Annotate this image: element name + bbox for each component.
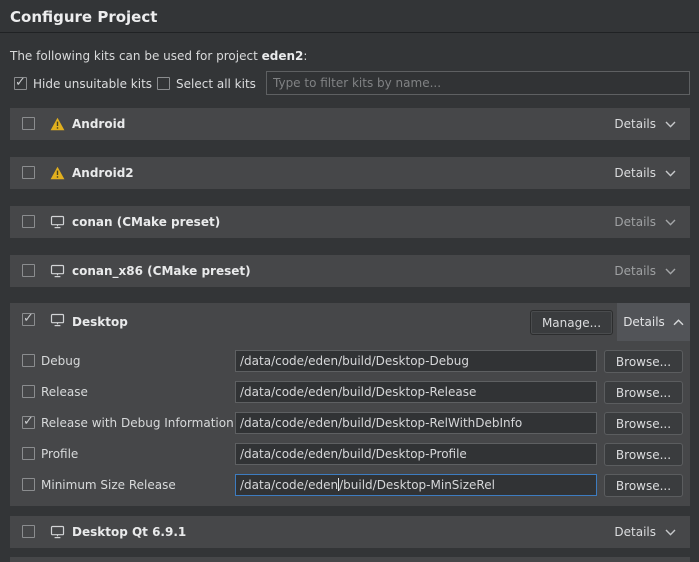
monitor-icon: [50, 313, 66, 327]
build-dir-value: /data/code/eden/build/Desktop-Profile: [240, 447, 467, 461]
hide-unsuitable-kits-checkbox[interactable]: [14, 77, 27, 90]
kit-conan-checkbox[interactable]: [22, 215, 35, 228]
manage-button-label: Manage...: [542, 316, 601, 330]
config-debug-checkbox[interactable]: [22, 354, 35, 367]
browse-button-label: Browse...: [616, 417, 671, 431]
browse-button-label: Browse...: [616, 386, 671, 400]
browse-button-profile[interactable]: Browse...: [604, 443, 683, 466]
build-dir-input-release[interactable]: /data/code/eden/build/Desktop-Release: [235, 381, 597, 403]
config-label: Release with Debug Information: [41, 412, 234, 434]
config-row-minsizerel: Minimum Size Release /data/code/eden/bui…: [10, 474, 690, 496]
build-dir-input-minsizerel[interactable]: /data/code/eden/build/Desktop-MinSizeRel: [235, 474, 597, 496]
build-dir-value: /build/Desktop-MinSizeRel: [339, 478, 495, 492]
kit-name: conan (CMake preset): [72, 206, 220, 238]
details-label: Details: [614, 525, 656, 539]
chevron-up-icon: [673, 315, 684, 329]
chevron-down-icon: [665, 121, 676, 128]
kit-android-checkbox[interactable]: [22, 117, 35, 130]
config-row-release: Release /data/code/eden/build/Desktop-Re…: [10, 381, 690, 403]
build-dir-input-debug[interactable]: /data/code/eden/build/Desktop-Debug: [235, 350, 597, 372]
select-all-kits-checkbox[interactable]: [157, 77, 170, 90]
kit-desktop-checkbox[interactable]: [22, 313, 35, 326]
kit-android2-checkbox[interactable]: [22, 166, 35, 179]
kit-desktop-qt-checkbox[interactable]: [22, 525, 35, 538]
header-divider: [0, 32, 699, 33]
manage-kits-button[interactable]: Manage...: [530, 310, 613, 335]
kit-name: Desktop Qt 6.9.1: [72, 516, 186, 548]
chevron-down-icon: [665, 268, 676, 275]
config-release-checkbox[interactable]: [22, 385, 35, 398]
config-profile-checkbox[interactable]: [22, 447, 35, 460]
browse-button-relwithdebinfo[interactable]: Browse...: [604, 412, 683, 435]
details-toggle-conan-x86[interactable]: Details: [600, 255, 690, 287]
config-label: Release: [41, 381, 88, 403]
select-all-kits-label: Select all kits: [176, 77, 256, 91]
warning-icon: [50, 166, 66, 180]
kit-conan-x86-checkbox[interactable]: [22, 264, 35, 277]
warning-icon: [50, 117, 66, 131]
details-toggle-conan[interactable]: Details: [600, 206, 690, 238]
browse-button-release[interactable]: Browse...: [604, 381, 683, 404]
details-label: Details: [614, 117, 656, 131]
configure-project-page: Configure Project The following kits can…: [0, 0, 699, 562]
build-dir-input-relwithdebinfo[interactable]: /data/code/eden/build/Desktop-RelWithDeb…: [235, 412, 597, 434]
kit-row-android2: Android2 Details: [10, 157, 690, 189]
kit-row-desktop-qt: Desktop Qt 6.9.1 Details: [10, 516, 690, 548]
build-dir-input-profile[interactable]: /data/code/eden/build/Desktop-Profile: [235, 443, 597, 465]
browse-button-label: Browse...: [616, 479, 671, 493]
monitor-icon: [50, 525, 66, 539]
build-dir-value: /data/code/eden: [240, 478, 338, 492]
details-toggle-android[interactable]: Details: [600, 108, 690, 140]
page-title: Configure Project: [10, 8, 157, 26]
config-label: Profile: [41, 443, 78, 465]
details-toggle-android2[interactable]: Details: [600, 157, 690, 189]
kit-row-desktop-expanded: Desktop Manage... Details Debug /data/co…: [10, 303, 690, 506]
config-label: Debug: [41, 350, 80, 372]
config-row-profile: Profile /data/code/eden/build/Desktop-Pr…: [10, 443, 690, 465]
chevron-down-icon: [665, 529, 676, 536]
intro-prefix: The following kits can be used for proje…: [10, 49, 262, 63]
build-dir-value: /data/code/eden/build/Desktop-RelWithDeb…: [240, 416, 522, 430]
build-dir-value: /data/code/eden/build/Desktop-Debug: [240, 354, 469, 368]
monitor-icon: [50, 215, 66, 229]
project-name: eden2: [262, 49, 304, 63]
kit-row-partial: [10, 557, 690, 562]
browse-button-minsizerel[interactable]: Browse...: [604, 474, 683, 497]
chevron-down-icon: [665, 219, 676, 226]
details-label: Details: [614, 215, 656, 229]
kit-name: Android: [72, 108, 125, 140]
browse-button-debug[interactable]: Browse...: [604, 350, 683, 373]
build-dir-value: /data/code/eden/build/Desktop-Release: [240, 385, 476, 399]
monitor-icon: [50, 264, 66, 278]
kit-row-conan-x86: conan_x86 (CMake preset) Details: [10, 255, 690, 287]
config-label: Minimum Size Release: [41, 474, 176, 496]
config-row-debug: Debug /data/code/eden/build/Desktop-Debu…: [10, 350, 690, 372]
kit-row-conan: conan (CMake preset) Details: [10, 206, 690, 238]
kit-name: conan_x86 (CMake preset): [72, 255, 251, 287]
intro-suffix: :: [303, 49, 307, 63]
browse-button-label: Browse...: [616, 355, 671, 369]
intro-text: The following kits can be used for proje…: [10, 49, 307, 63]
details-label: Details: [614, 264, 656, 278]
kit-name: Android2: [72, 157, 134, 189]
chevron-down-icon: [665, 170, 676, 177]
config-row-relwithdebinfo: Release with Debug Information /data/cod…: [10, 412, 690, 434]
details-toggle-desktop-qt[interactable]: Details: [600, 516, 690, 548]
details-label: Details: [623, 315, 665, 329]
kit-filter-input[interactable]: [266, 71, 690, 95]
details-label: Details: [614, 166, 656, 180]
kit-name: Desktop: [72, 303, 128, 341]
config-relwithdebinfo-checkbox[interactable]: [22, 416, 35, 429]
browse-button-label: Browse...: [616, 448, 671, 462]
kit-row-android: Android Details: [10, 108, 690, 140]
details-toggle-desktop[interactable]: Details: [617, 303, 690, 341]
config-minsizerel-checkbox[interactable]: [22, 478, 35, 491]
hide-unsuitable-kits-label: Hide unsuitable kits: [33, 77, 152, 91]
